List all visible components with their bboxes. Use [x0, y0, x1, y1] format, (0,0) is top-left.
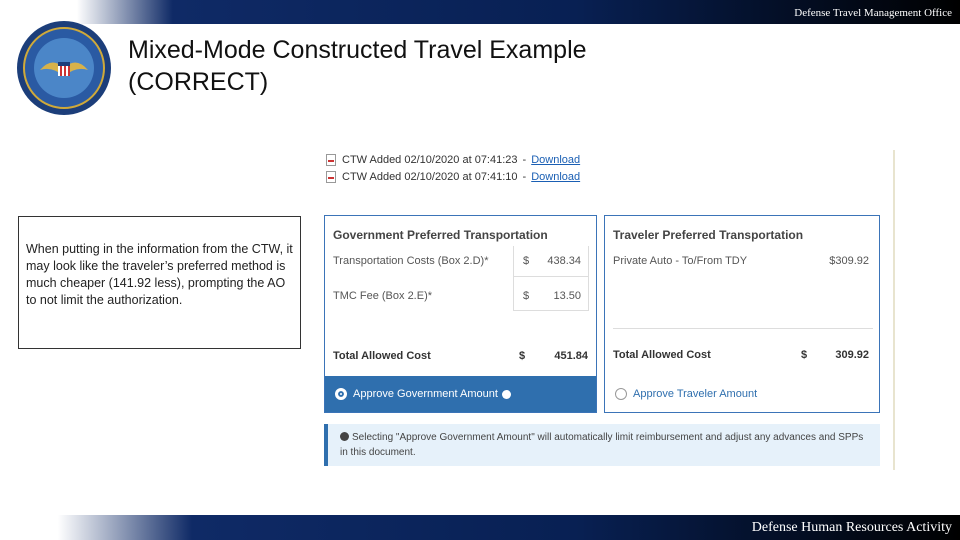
approve-government-option[interactable]: Approve Government Amount — [325, 376, 596, 412]
currency: $ — [519, 350, 526, 362]
approve-traveler-label: Approve Traveler Amount — [633, 388, 758, 400]
total-allowed-label: Total Allowed Cost — [613, 349, 711, 361]
attachment-label: CTW Added 02/10/2020 at 07:41:23 — [342, 154, 518, 166]
callout-box: When putting in the information from the… — [18, 216, 301, 349]
panel-title: Traveler Preferred Transportation — [613, 228, 804, 242]
tmc-fee-label: TMC Fee (Box 2.E)* — [333, 290, 433, 302]
callout-text: When putting in the information from the… — [26, 242, 293, 307]
radio-selected-icon[interactable] — [335, 388, 347, 400]
organization-name: Defense Human Resources Activity — [751, 520, 952, 535]
total-allowed-amount: 451.84 — [554, 350, 588, 362]
total-allowed-label: Total Allowed Cost — [333, 350, 431, 362]
info-notice: Selecting "Approve Government Amount" wi… — [324, 424, 880, 466]
government-transport-panel: Government Preferred Transportation Tran… — [324, 215, 597, 413]
attachment-label: CTW Added 02/10/2020 at 07:41:10 — [342, 171, 518, 183]
total-allowed-amount: 309.92 — [835, 349, 869, 361]
dod-seal-logo — [17, 21, 111, 115]
approve-traveler-option[interactable]: Approve Traveler Amount — [615, 388, 757, 400]
title-line-1: Mixed-Mode Constructed Travel Example — [128, 36, 587, 64]
transportation-costs-label: Transportation Costs (Box 2.D)* — [333, 255, 489, 267]
divider — [893, 150, 895, 470]
tmc-fee-amount[interactable]: 13.50 — [531, 290, 581, 302]
currency: $ — [801, 349, 808, 361]
private-auto-label: Private Auto - To/From TDY — [613, 255, 748, 267]
info-icon — [340, 432, 349, 441]
info-icon[interactable] — [501, 389, 511, 399]
panel-title: Government Preferred Transportation — [333, 228, 548, 242]
traveler-transport-panel: Traveler Preferred Transportation Privat… — [604, 215, 880, 413]
bottom-banner: Defense Human Resources Activity — [0, 515, 960, 540]
radio-unselected-icon[interactable] — [615, 388, 627, 400]
currency: $ — [523, 290, 530, 302]
private-auto-amount: $309.92 — [829, 255, 869, 267]
transportation-costs-amount[interactable]: 438.34 — [531, 255, 581, 267]
notice-text: Selecting "Approve Government Amount" wi… — [340, 432, 864, 458]
pdf-file-icon — [326, 171, 336, 183]
download-link[interactable]: Download — [531, 171, 580, 183]
pdf-file-icon — [326, 154, 336, 166]
currency: $ — [523, 255, 530, 267]
attachment-row: CTW Added 02/10/2020 at 07:41:23 - Downl… — [326, 154, 580, 166]
approve-government-label: Approve Government Amount — [353, 388, 498, 400]
top-banner: Defense Travel Management Office — [0, 0, 960, 24]
slide-title: Mixed-Mode Constructed Travel Example (C… — [128, 34, 728, 98]
download-link[interactable]: Download — [531, 154, 580, 166]
office-name: Defense Travel Management Office — [794, 7, 952, 19]
attachment-row: CTW Added 02/10/2020 at 07:41:10 - Downl… — [326, 171, 580, 183]
title-line-2: (CORRECT) — [128, 68, 269, 96]
